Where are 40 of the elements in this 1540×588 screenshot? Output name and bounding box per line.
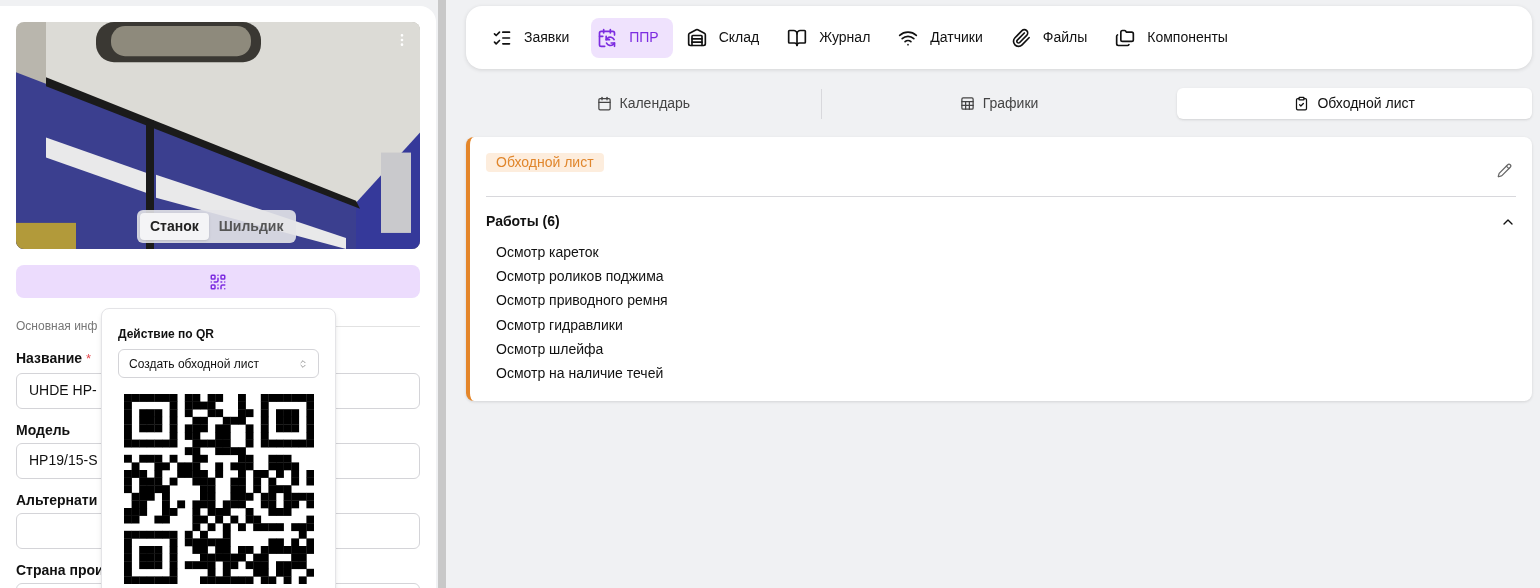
work-item: Осмотр кареток bbox=[496, 243, 600, 262]
table-icon bbox=[959, 96, 975, 111]
status-tag: Обходной лист bbox=[486, 153, 604, 172]
checklist-icon bbox=[1294, 96, 1310, 111]
sub-tab[interactable]: Графики bbox=[821, 88, 1177, 119]
nav-tab[interactable]: Склад bbox=[680, 17, 774, 58]
section-title: Работы (6) bbox=[486, 212, 560, 231]
field-label: Альтернати bbox=[16, 491, 98, 509]
edit-icon[interactable] bbox=[1497, 163, 1512, 178]
popover-title: Действие по QR bbox=[118, 326, 215, 343]
toggle-option[interactable]: Шильдик bbox=[208, 213, 294, 240]
required-mark: * bbox=[86, 350, 92, 368]
toggle-option[interactable]: Станок bbox=[140, 213, 209, 240]
sub-tab[interactable]: Обходной лист bbox=[1177, 88, 1532, 119]
field-label: Название bbox=[16, 350, 83, 368]
warehouse-icon bbox=[686, 27, 707, 48]
nav-tab[interactable]: Заявки bbox=[486, 17, 584, 58]
sub-tab[interactable]: Календарь bbox=[466, 88, 821, 119]
nav-tab[interactable]: ППР bbox=[591, 17, 673, 58]
work-item: Осмотр на наличие течей bbox=[496, 364, 665, 383]
folders-icon bbox=[1115, 27, 1136, 48]
paperclip-icon bbox=[1010, 27, 1031, 48]
nav-tab[interactable]: Датчики bbox=[892, 17, 997, 58]
calendar-icon bbox=[597, 27, 618, 48]
select-icon bbox=[298, 358, 308, 369]
field-label: Модель bbox=[16, 421, 71, 439]
work-item: Осмотр шлейфа bbox=[496, 339, 605, 359]
action-select[interactable]: Создать обходной лист bbox=[118, 349, 319, 378]
qr-button[interactable] bbox=[16, 265, 420, 298]
work-item: Осмотр гидравлики bbox=[496, 315, 624, 335]
nav-tab[interactable]: Файлы bbox=[1004, 17, 1102, 58]
work-item: Осмотр роликов поджима bbox=[496, 267, 665, 287]
work-item: Осмотр приводного ремня bbox=[496, 291, 669, 311]
calendar-icon bbox=[596, 96, 612, 111]
nav-tab[interactable]: Журнал bbox=[781, 17, 885, 58]
section-label: Основная инф bbox=[16, 318, 98, 335]
scrollbar[interactable] bbox=[438, 0, 446, 588]
nav-tab[interactable]: Компоненты bbox=[1109, 17, 1242, 58]
book-icon bbox=[787, 27, 808, 48]
qr-code-icon bbox=[209, 272, 227, 291]
